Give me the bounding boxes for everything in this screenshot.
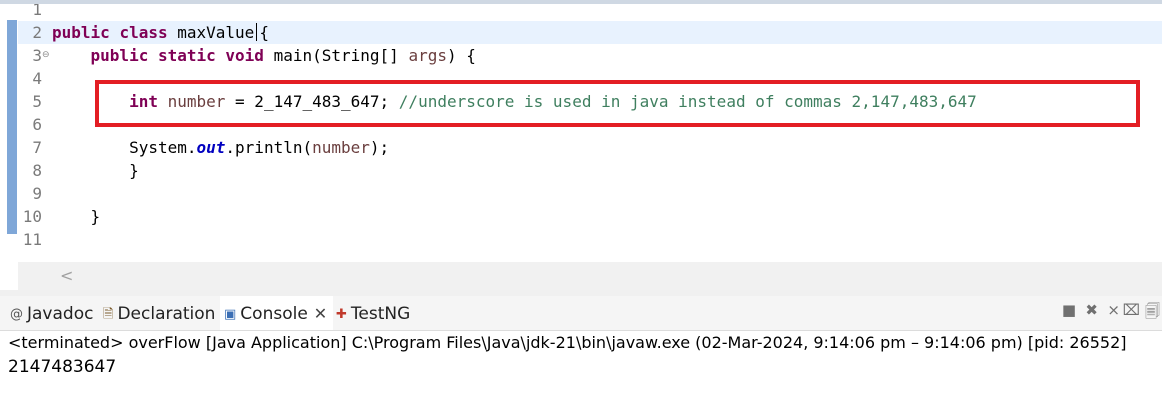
line-number: 6 (32, 115, 42, 134)
line-number: 8 (32, 161, 42, 180)
tab-javadoc[interactable]: @ Javadoc (10, 296, 93, 330)
editor-ruler (0, 4, 18, 266)
code-line-8: } (52, 159, 139, 182)
class-name: maxValue (177, 23, 255, 42)
brace: } (90, 207, 101, 226)
at-icon: @ (10, 307, 23, 322)
testng-icon: ✚ (336, 307, 347, 322)
keyword: void (225, 46, 264, 65)
code-line-2: public class maxValue{ (52, 21, 269, 44)
line-number: 3 (32, 46, 42, 65)
tab-label: TestNG (350, 304, 411, 324)
pin-console-icon[interactable]: 🗐 (1145, 301, 1160, 326)
scroll-left-icon[interactable]: < (60, 266, 73, 285)
console-status-line: <terminated> overFlow [Java Application]… (8, 333, 1127, 352)
console-output[interactable]: <terminated> overFlow [Java Application]… (0, 331, 1162, 413)
code-area[interactable]: public class maxValue{ public static voi… (52, 4, 1162, 266)
tab-declaration[interactable]: 🗎 Declaration (103, 296, 215, 330)
brace: { (259, 23, 269, 42)
line-number: 5 (32, 92, 42, 111)
clear-console-icon[interactable]: ⌧ (1123, 301, 1140, 319)
tab-label: Javadoc (27, 304, 94, 324)
method-signature: main(String[] (273, 46, 399, 65)
keyword: public (90, 46, 149, 65)
code-line-7: System.out.println(number); (52, 136, 389, 159)
console-icon: ▣ (224, 307, 237, 322)
ruler-marker (7, 20, 17, 234)
horizontal-scrollbar[interactable]: < (18, 262, 1162, 290)
parameter: args (408, 46, 447, 65)
line-number: 4 (32, 69, 42, 88)
line-number-gutter: 1 2 3 ⊖ 4 5 6 7 8 9 10 11 (18, 4, 50, 266)
code-text: ) { (446, 46, 476, 65)
keyword: public (52, 23, 110, 42)
red-highlight-box (95, 80, 1140, 127)
brace: } (129, 161, 139, 180)
line-number: 7 (32, 138, 42, 157)
line-number: 10 (22, 207, 42, 226)
remove-launch-icon[interactable]: ✖ (1085, 301, 1098, 319)
remove-all-launches-icon[interactable]: ⨯ (1107, 301, 1120, 319)
code-text: .println( (225, 138, 313, 157)
tab-label: Declaration (117, 304, 216, 324)
line-number: 11 (22, 230, 42, 249)
code-text: System. (129, 138, 197, 157)
code-editor[interactable]: 1 2 3 ⊖ 4 5 6 7 8 9 10 11 public class m… (0, 4, 1162, 266)
line-number: 1 (32, 4, 42, 19)
line-number: 9 (32, 184, 42, 203)
terminate-icon[interactable]: ■ (1062, 301, 1076, 319)
code-line-10: } (52, 205, 101, 228)
tab-label: Console (240, 304, 308, 324)
code-line-3: public static void main(String[] args) { (52, 44, 476, 67)
fold-collapse-icon[interactable]: ⊖ (42, 50, 50, 60)
close-icon[interactable]: ✕ (314, 304, 327, 323)
variable: number (312, 138, 370, 157)
tab-testng[interactable]: ✚ TestNG (336, 296, 410, 330)
tab-console[interactable]: ▣ Console ✕ (220, 296, 334, 330)
static-field: out (196, 138, 226, 157)
console-output-line: 2147483647 (8, 357, 117, 377)
declaration-icon: 🗎 (103, 307, 114, 322)
text-caret (256, 23, 258, 41)
line-number: 2 (32, 23, 42, 42)
keyword: static (157, 46, 216, 65)
code-text: ); (369, 138, 390, 157)
bottom-panel-tabbar: @ Javadoc 🗎 Declaration ▣ Console ✕ ✚ TestNG … (0, 296, 1162, 331)
keyword: class (119, 23, 168, 42)
